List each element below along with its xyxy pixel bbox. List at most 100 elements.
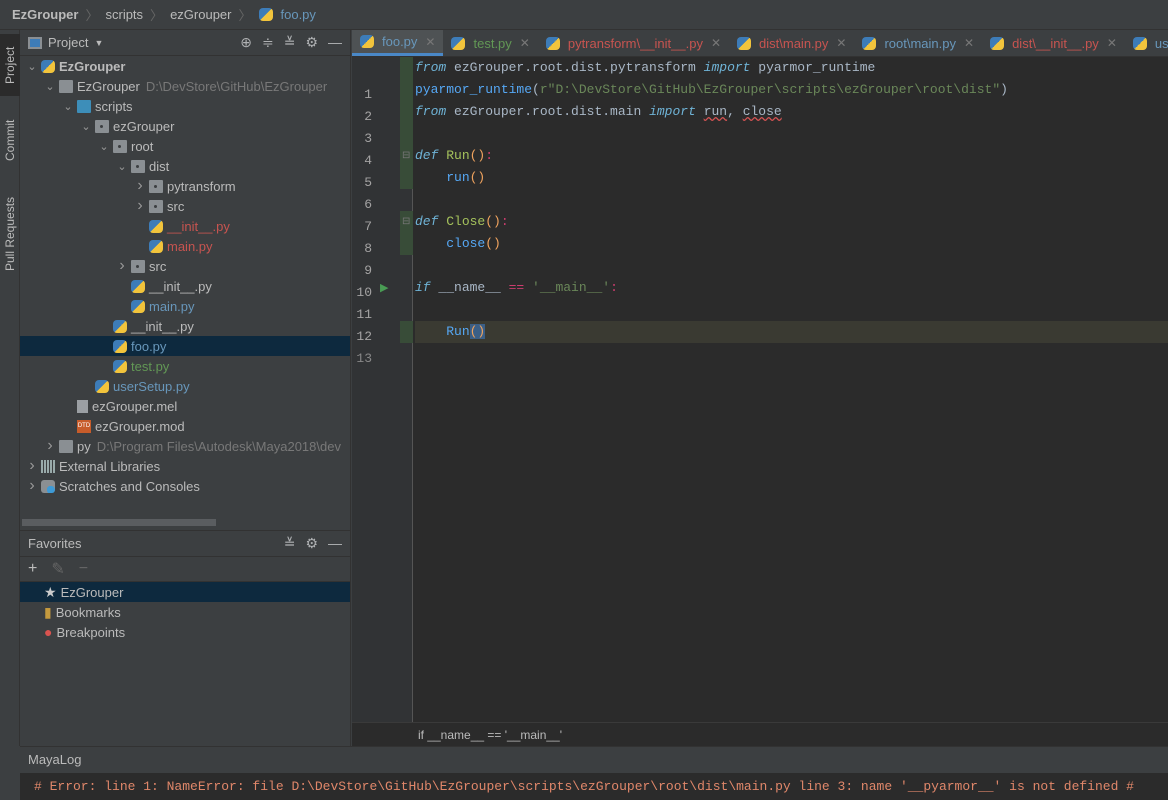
favorites-item[interactable]: ★ EzGrouper bbox=[20, 582, 350, 602]
gear-icon[interactable]: ⚙ bbox=[305, 535, 318, 552]
close-tab-icon[interactable]: ✕ bbox=[520, 36, 530, 50]
chevron-icon[interactable]: ⌄ bbox=[77, 120, 95, 133]
collapse-all-icon[interactable]: ≚ bbox=[284, 535, 296, 552]
tree-item[interactable]: ⌄ EzGrouper D:\DevStore\GitHub\EzGrouper bbox=[20, 76, 350, 96]
python-file-icon bbox=[545, 36, 560, 50]
side-tab-project[interactable]: Project bbox=[0, 34, 20, 96]
editor-tab[interactable]: root\main.py ✕ bbox=[854, 30, 982, 56]
chevron-down-icon[interactable]: ▼ bbox=[94, 38, 103, 48]
close-tab-icon[interactable]: ✕ bbox=[964, 36, 974, 50]
tree-item[interactable]: main.py bbox=[20, 296, 350, 316]
tree-item[interactable]: main.py bbox=[20, 236, 350, 256]
editor-tab[interactable]: dist\__init__.py ✕ bbox=[982, 30, 1125, 56]
side-tab-commit[interactable]: Commit bbox=[0, 110, 20, 170]
breadcrumb-scripts[interactable]: scripts bbox=[105, 7, 143, 22]
close-tab-icon[interactable]: ✕ bbox=[1107, 36, 1117, 50]
chevron-icon[interactable]: ⌄ bbox=[59, 100, 77, 113]
close-tab-icon[interactable]: ✕ bbox=[425, 35, 435, 49]
tree-item[interactable]: __init__.py bbox=[20, 316, 350, 336]
edit-icon[interactable]: ✎ bbox=[51, 559, 64, 579]
close-tab-icon[interactable]: ✕ bbox=[711, 36, 721, 50]
fold-icon[interactable]: ⊟ bbox=[402, 211, 410, 233]
code-breadcrumb[interactable]: if __name__ == '__main__' bbox=[352, 722, 1168, 746]
tree-item[interactable]: userSetup.py bbox=[20, 376, 350, 396]
side-tab-pull-requests[interactable]: Pull Requests bbox=[0, 188, 20, 280]
code-line[interactable]: if __name__ == '__main__': bbox=[415, 277, 1168, 299]
chevron-icon[interactable]: › bbox=[113, 257, 131, 275]
editor-tab[interactable]: userSetup.py bbox=[1125, 30, 1168, 56]
breadcrumb-project[interactable]: EzGrouper bbox=[12, 7, 78, 22]
tree-item[interactable]: › py D:\Program Files\Autodesk\Maya2018\de… bbox=[20, 436, 350, 456]
code-line[interactable]: from ezGrouper.root.dist.main import run… bbox=[415, 101, 1168, 123]
chevron-icon[interactable]: › bbox=[23, 457, 41, 475]
chevron-icon[interactable]: ⌄ bbox=[23, 60, 41, 73]
tree-item[interactable]: ezGrouper.mel bbox=[20, 396, 350, 416]
editor-tab[interactable]: pytransform\__init__.py ✕ bbox=[538, 30, 729, 56]
project-view-selector[interactable]: Project bbox=[48, 35, 88, 50]
tree-item[interactable]: › src bbox=[20, 196, 350, 216]
chevron-icon[interactable]: ⌄ bbox=[95, 140, 113, 153]
breadcrumb-ezgrouper[interactable]: ezGrouper bbox=[170, 7, 231, 22]
chevron-icon[interactable]: ⌄ bbox=[113, 160, 131, 173]
collapse-all-icon[interactable]: ≚ bbox=[284, 34, 296, 51]
code-line[interactable] bbox=[415, 123, 1168, 145]
chevron-icon[interactable]: › bbox=[41, 437, 59, 455]
tree-item[interactable]: › External Libraries bbox=[20, 456, 350, 476]
tree-item[interactable]: › src bbox=[20, 256, 350, 276]
tree-item[interactable]: › pytransform bbox=[20, 176, 350, 196]
tree-item[interactable]: __init__.py bbox=[20, 216, 350, 236]
line-number: 4 bbox=[364, 153, 372, 168]
tree-item[interactable]: ⌄ scripts bbox=[20, 96, 350, 116]
tree-item[interactable]: ⌄ ezGrouper bbox=[20, 116, 350, 136]
chevron-icon[interactable]: › bbox=[131, 197, 149, 215]
tree-item[interactable]: test.py bbox=[20, 356, 350, 376]
code-line[interactable]: Run() bbox=[415, 321, 1168, 343]
side-tab-label: Commit bbox=[3, 119, 17, 161]
vcs-change-marker[interactable] bbox=[400, 321, 413, 343]
favorites-toolbar: + ✎ − bbox=[20, 557, 350, 582]
code-line[interactable]: from ezGrouper.root.dist.pytransform imp… bbox=[415, 57, 1168, 79]
tree-item[interactable]: foo.py bbox=[20, 336, 350, 356]
tree-item[interactable]: DTD ezGrouper.mod bbox=[20, 416, 350, 436]
expand-all-icon[interactable]: ≑ bbox=[262, 34, 274, 51]
breadcrumb-file[interactable]: foo.py bbox=[281, 7, 316, 22]
code-line[interactable]: close() bbox=[415, 233, 1168, 255]
tree-item-label: root bbox=[131, 138, 154, 154]
tree-item[interactable]: ⌄ root bbox=[20, 136, 350, 156]
chevron-icon[interactable]: › bbox=[131, 177, 149, 195]
gear-icon[interactable]: ⚙ bbox=[305, 34, 318, 51]
tree-item[interactable]: › Scratches and Consoles bbox=[20, 476, 350, 496]
chevron-icon[interactable]: › bbox=[23, 477, 41, 495]
horizontal-scrollbar[interactable] bbox=[22, 519, 216, 526]
editor-tab[interactable]: dist\main.py ✕ bbox=[729, 30, 854, 56]
code-line[interactable]: run() bbox=[415, 167, 1168, 189]
code-line[interactable] bbox=[415, 255, 1168, 277]
favorites-item[interactable]: ● Breakpoints bbox=[20, 622, 350, 642]
chevron-icon[interactable]: ⌄ bbox=[41, 80, 59, 93]
tree-item-label: src bbox=[167, 198, 185, 214]
code-line[interactable] bbox=[415, 299, 1168, 321]
tree-item[interactable]: __init__.py bbox=[20, 276, 350, 296]
vcs-change-marker[interactable] bbox=[400, 57, 413, 145]
favorites-item[interactable]: ▮ Bookmarks bbox=[20, 602, 350, 622]
locate-icon[interactable]: ⊕ bbox=[240, 34, 252, 51]
hide-icon[interactable]: — bbox=[328, 535, 342, 552]
code-line[interactable] bbox=[415, 189, 1168, 211]
hide-icon[interactable]: — bbox=[328, 34, 342, 51]
editor-tab[interactable]: foo.py ✕ bbox=[352, 30, 444, 56]
close-tab-icon[interactable]: ✕ bbox=[836, 36, 846, 50]
python-file-icon bbox=[737, 36, 752, 50]
fold-icon[interactable]: ⊟ bbox=[402, 145, 410, 167]
run-icon[interactable]: ▶ bbox=[380, 277, 388, 299]
code-line[interactable]: pyarmor_runtime(r"D:\DevStore\GitHub\EzG… bbox=[415, 79, 1168, 101]
code-line[interactable]: def Run(): bbox=[415, 145, 1168, 167]
code-line[interactable]: def Close(): bbox=[415, 211, 1168, 233]
dtd-file-icon: DTD bbox=[77, 419, 91, 433]
tree-item-label: __init__.py bbox=[149, 278, 212, 294]
libraries-icon bbox=[41, 459, 55, 473]
tree-item[interactable]: ⌄ EzGrouper bbox=[20, 56, 350, 76]
tree-item[interactable]: ⌄ dist bbox=[20, 156, 350, 176]
add-icon[interactable]: + bbox=[28, 560, 37, 578]
remove-icon[interactable]: − bbox=[79, 560, 88, 578]
editor-tab[interactable]: test.py ✕ bbox=[443, 30, 537, 56]
